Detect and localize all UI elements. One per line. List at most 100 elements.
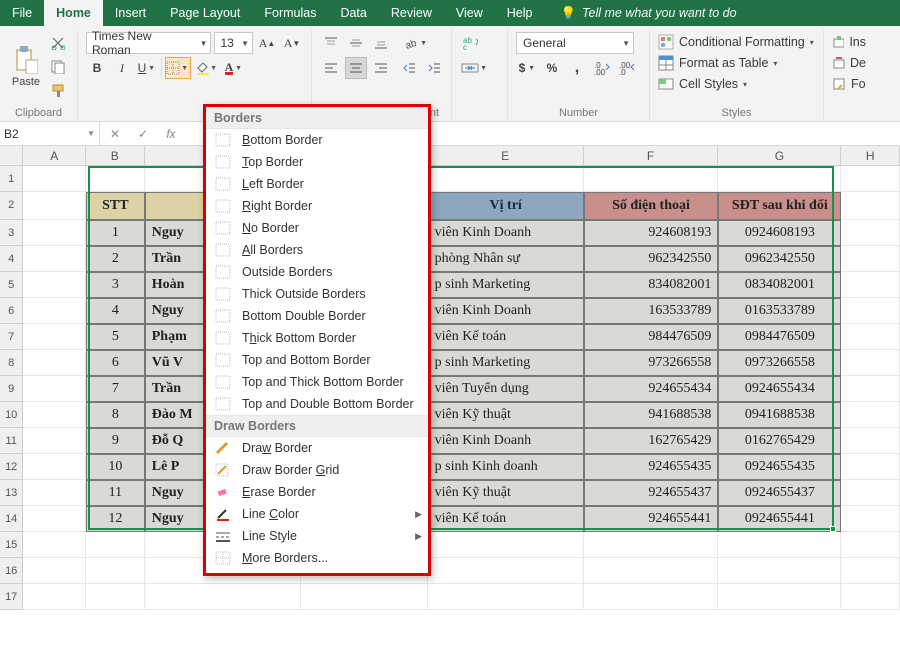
align-top-button[interactable]	[320, 32, 342, 54]
row-header[interactable]: 5	[0, 272, 23, 298]
insert-cells-button[interactable]: Ins	[832, 32, 866, 52]
cell[interactable]	[23, 428, 86, 454]
cell[interactable]: 973266558	[584, 350, 719, 376]
row-header[interactable]: 3	[0, 220, 23, 246]
cell[interactable]	[841, 454, 900, 480]
conditional-formatting-button[interactable]: Conditional Formatting▾	[658, 32, 815, 52]
cell[interactable]	[23, 298, 86, 324]
cell[interactable]	[718, 558, 841, 584]
decrease-decimal-button[interactable]: .00.0	[616, 57, 638, 79]
cell[interactable]: viên Tuyển dụng	[428, 376, 584, 402]
cell[interactable]: 0973266558	[718, 350, 841, 376]
border-option[interactable]: Top and Bottom Border	[206, 349, 428, 371]
border-option[interactable]: Right Border	[206, 195, 428, 217]
border-option[interactable]: Line Color▶	[206, 503, 428, 525]
cell[interactable]	[428, 584, 584, 610]
cell[interactable]	[841, 532, 900, 558]
border-option[interactable]: More Borders...	[206, 547, 428, 569]
cell[interactable]: 0163533789	[718, 298, 841, 324]
format-as-table-button[interactable]: Format as Table▾	[658, 53, 815, 73]
cell[interactable]	[584, 532, 719, 558]
cell[interactable]: viên Kỹ thuật	[428, 402, 584, 428]
align-center-button[interactable]	[345, 57, 367, 79]
cell[interactable]: 0924608193	[718, 220, 841, 246]
bold-button[interactable]: B	[86, 57, 108, 79]
row-header[interactable]: 2	[0, 192, 23, 220]
border-option[interactable]: Top and Thick Bottom Border	[206, 371, 428, 393]
cell[interactable]: 163533789	[584, 298, 719, 324]
font-name[interactable]: Times New Roman▼	[86, 32, 211, 54]
border-option[interactable]: Thick Bottom Border	[206, 327, 428, 349]
cell[interactable]	[86, 584, 145, 610]
col-G[interactable]: G	[718, 146, 841, 165]
row-header[interactable]: 11	[0, 428, 23, 454]
cell[interactable]: 0924655434	[718, 376, 841, 402]
cell[interactable]: Số điện thoại	[584, 192, 719, 220]
cell[interactable]: 924655437	[584, 480, 719, 506]
cell[interactable]: 924655435	[584, 454, 719, 480]
cell[interactable]: 1	[86, 220, 145, 246]
cell[interactable]	[23, 532, 86, 558]
cell[interactable]	[841, 166, 900, 192]
cell[interactable]: p sinh Marketing	[428, 350, 584, 376]
border-option[interactable]: Bottom Border	[206, 129, 428, 151]
row-header[interactable]: 16	[0, 558, 23, 584]
cell[interactable]	[718, 166, 841, 192]
cell[interactable]: SĐT sau khi đổi	[718, 192, 841, 220]
cell[interactable]	[584, 166, 719, 192]
cell[interactable]: 924608193	[584, 220, 719, 246]
border-option[interactable]: No Border	[206, 217, 428, 239]
cell[interactable]: 7	[86, 376, 145, 402]
cell[interactable]	[841, 506, 900, 532]
copy-button[interactable]	[47, 56, 69, 78]
cell[interactable]	[841, 402, 900, 428]
paste-button[interactable]: Paste	[8, 38, 44, 96]
cell[interactable]	[841, 192, 900, 220]
select-all-corner[interactable]	[0, 146, 23, 165]
cell[interactable]	[718, 584, 841, 610]
format-cells-button[interactable]: Fo	[832, 74, 866, 94]
border-option[interactable]: Top Border	[206, 151, 428, 173]
row-header[interactable]: 15	[0, 532, 23, 558]
cell[interactable]	[23, 402, 86, 428]
cell[interactable]: viên Kế toán	[428, 324, 584, 350]
cell[interactable]	[301, 584, 428, 610]
cell[interactable]	[841, 324, 900, 350]
cell[interactable]	[841, 376, 900, 402]
tab-data[interactable]: Data	[328, 0, 378, 26]
borders-button[interactable]: ▼	[165, 57, 191, 79]
border-option[interactable]: Thick Outside Borders	[206, 283, 428, 305]
cell[interactable]: p sinh Kinh doanh	[428, 454, 584, 480]
cell[interactable]: viên Kế toán	[428, 506, 584, 532]
cell[interactable]	[86, 532, 145, 558]
row-header[interactable]: 17	[0, 584, 23, 610]
decrease-indent-button[interactable]	[398, 57, 420, 79]
row-header[interactable]: 8	[0, 350, 23, 376]
cell[interactable]	[841, 558, 900, 584]
tab-formulas[interactable]: Formulas	[252, 0, 328, 26]
cell[interactable]	[23, 166, 86, 192]
cell[interactable]: 8	[86, 402, 145, 428]
border-option[interactable]: Draw Border Grid	[206, 459, 428, 481]
cancel-formula-button[interactable]: ✕	[104, 124, 126, 144]
cell[interactable]	[23, 480, 86, 506]
cell[interactable]	[841, 298, 900, 324]
cell[interactable]	[584, 558, 719, 584]
tab-home[interactable]: Home	[44, 0, 103, 26]
tab-pagelayout[interactable]: Page Layout	[158, 0, 252, 26]
cell[interactable]: Vị trí	[428, 192, 584, 220]
col-A[interactable]: A	[23, 146, 85, 165]
tab-insert[interactable]: Insert	[103, 0, 158, 26]
col-H[interactable]: H	[841, 146, 900, 165]
number-format[interactable]: General▼	[516, 32, 634, 54]
col-B[interactable]: B	[86, 146, 145, 165]
cell[interactable]	[841, 350, 900, 376]
cell[interactable]: 162765429	[584, 428, 719, 454]
border-option[interactable]: Line Style▶	[206, 525, 428, 547]
cell[interactable]	[86, 166, 145, 192]
row-header[interactable]: 13	[0, 480, 23, 506]
cell[interactable]: viên Kinh Doanh	[428, 428, 584, 454]
merge-center-button[interactable]: ▼	[460, 57, 490, 79]
accounting-format-button[interactable]: $▼	[516, 57, 538, 79]
cell[interactable]: 834082001	[584, 272, 719, 298]
